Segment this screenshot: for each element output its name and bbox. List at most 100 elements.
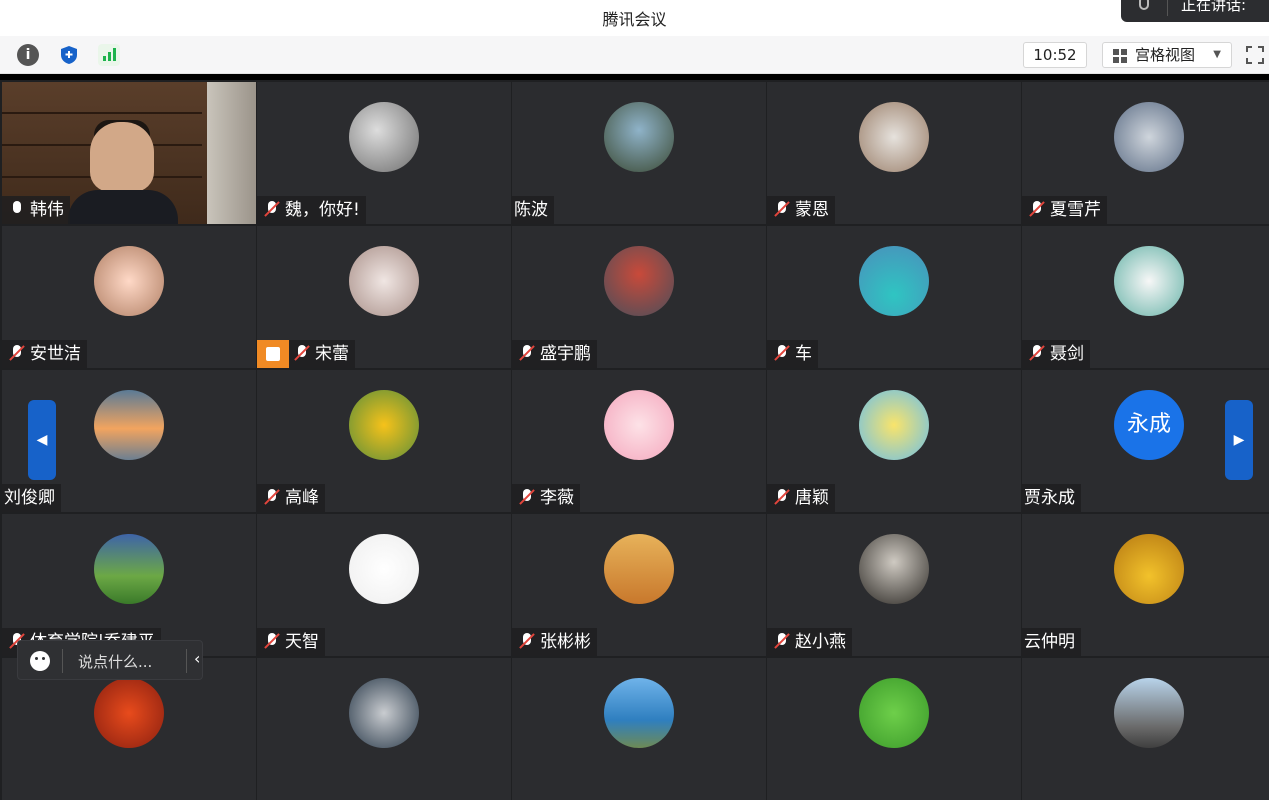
mic-muted-icon	[263, 632, 281, 650]
mic-muted-icon	[518, 344, 536, 362]
participant-tile[interactable]	[512, 658, 766, 800]
participant-name-label: 云仲明	[1022, 628, 1081, 656]
participant-name: 赵小燕	[795, 632, 846, 652]
divider	[1167, 0, 1168, 16]
participant-tile[interactable]: 赵小燕	[767, 514, 1021, 656]
participant-tile[interactable]: 夏雪芹	[1022, 82, 1269, 224]
divider	[62, 649, 63, 673]
info-icon[interactable]: i	[17, 44, 39, 66]
shield-icon[interactable]	[58, 44, 80, 66]
chat-input-bar[interactable]: 说点什么... ‹	[17, 640, 203, 680]
prev-page-button[interactable]: ◀	[28, 400, 56, 480]
chat-input[interactable]: 说点什么...	[78, 651, 152, 672]
participant-tile[interactable]: 聂剑	[1022, 226, 1269, 368]
fullscreen-icon[interactable]	[1246, 46, 1264, 64]
view-mode-dropdown[interactable]: 宫格视图 ▼	[1102, 42, 1232, 68]
participant-name: 陈波	[514, 200, 548, 220]
participant-name: 唐颖	[795, 488, 829, 508]
participant-name: 刘俊卿	[4, 488, 55, 508]
next-page-button[interactable]: ▶	[1225, 400, 1253, 480]
participant-name: 天智	[285, 632, 319, 652]
participant-name: 盛宇鹏	[540, 344, 591, 364]
participant-name-label: 盛宇鹏	[512, 340, 597, 368]
participant-name-label: 夏雪芹	[1022, 196, 1107, 224]
participant-tile[interactable]: 蒙恩	[767, 82, 1021, 224]
participant-tile[interactable]: 陈波	[512, 82, 766, 224]
participant-tile[interactable]: 安世洁	[2, 226, 256, 368]
participant-tile[interactable]: 魏，你好!	[257, 82, 511, 224]
participant-name: 韩伟	[30, 200, 64, 220]
participant-tile[interactable]: 唐颖	[767, 370, 1021, 512]
participant-name: 李薇	[540, 488, 574, 508]
participant-avatar	[94, 534, 164, 604]
chevron-left-icon[interactable]: ‹	[194, 649, 200, 668]
participant-name-label: 贾永成	[1022, 484, 1081, 512]
speaking-label: 正在讲话:	[1181, 0, 1247, 14]
participant-tile[interactable]	[257, 658, 511, 800]
mic-muted-icon	[518, 488, 536, 506]
grid-view-icon	[1113, 49, 1127, 63]
view-mode-label: 宫格视图	[1135, 46, 1196, 64]
participant-avatar	[1114, 534, 1184, 604]
participant-avatar	[1114, 678, 1184, 748]
meeting-clock: 10:52	[1023, 42, 1087, 68]
participant-avatar	[349, 390, 419, 460]
participant-tile[interactable]: 云仲明	[1022, 514, 1269, 656]
participant-tile[interactable]: 体育学院|乔建平	[2, 514, 256, 656]
participant-tile[interactable]	[1022, 658, 1269, 800]
participant-avatar: 永成	[1114, 390, 1184, 460]
top-toolbar: i 10:52 宫格视图 ▼	[0, 36, 1269, 74]
mic-muted-icon	[1028, 344, 1046, 362]
participant-avatar	[349, 102, 419, 172]
participant-avatar	[859, 102, 929, 172]
participant-avatar	[349, 678, 419, 748]
participant-name: 云仲明	[1024, 632, 1075, 652]
mic-muted-icon	[8, 344, 26, 362]
participant-name-label: 安世洁	[2, 340, 87, 368]
participant-avatar	[94, 390, 164, 460]
title-bar: 腾讯会议 正在讲话:	[0, 0, 1269, 36]
host-badge-icon	[257, 340, 289, 368]
participant-name-label: 宋蕾	[257, 340, 355, 368]
participant-name: 贾永成	[1024, 488, 1075, 508]
mic-icon	[1139, 0, 1149, 10]
participant-name: 宋蕾	[315, 344, 349, 364]
participant-avatar	[94, 678, 164, 748]
participant-name: 张彬彬	[540, 632, 591, 652]
participant-name: 车	[795, 344, 812, 364]
mic-muted-icon	[263, 200, 281, 218]
mic-muted-icon	[773, 488, 791, 506]
participant-name-label: 韩伟	[2, 196, 70, 224]
participant-avatar	[859, 678, 929, 748]
participant-tile[interactable]	[767, 658, 1021, 800]
participant-name: 安世洁	[30, 344, 81, 364]
participant-avatar	[604, 246, 674, 316]
participant-tile[interactable]: 高峰	[257, 370, 511, 512]
mic-muted-icon	[518, 632, 536, 650]
participant-tile[interactable]: 韩伟	[2, 82, 256, 224]
mic-muted-icon	[773, 632, 791, 650]
participant-avatar	[604, 390, 674, 460]
participant-name: 高峰	[285, 488, 319, 508]
participant-tile[interactable]: 宋蕾	[257, 226, 511, 368]
speaking-indicator: 正在讲话:	[1121, 0, 1269, 22]
mic-muted-icon	[773, 344, 791, 362]
chevron-down-icon: ▼	[1213, 49, 1221, 60]
participant-tile[interactable]: 李薇	[512, 370, 766, 512]
mic-muted-icon	[1028, 200, 1046, 218]
participant-name: 魏，你好!	[285, 200, 360, 220]
participant-name-label: 唐颖	[767, 484, 835, 512]
emoji-icon[interactable]	[30, 651, 50, 671]
signal-icon[interactable]	[98, 44, 120, 66]
participant-tile[interactable]: 张彬彬	[512, 514, 766, 656]
participant-tile[interactable]: 天智	[257, 514, 511, 656]
participant-name: 蒙恩	[795, 200, 829, 220]
participant-tile[interactable]: 车	[767, 226, 1021, 368]
participant-name-label: 李薇	[512, 484, 580, 512]
participant-tile[interactable]: 盛宇鹏	[512, 226, 766, 368]
participant-name-label: 蒙恩	[767, 196, 835, 224]
participant-avatar	[349, 246, 419, 316]
participant-name-label: 陈波	[512, 196, 554, 224]
participant-avatar	[1114, 102, 1184, 172]
participant-avatar	[349, 534, 419, 604]
